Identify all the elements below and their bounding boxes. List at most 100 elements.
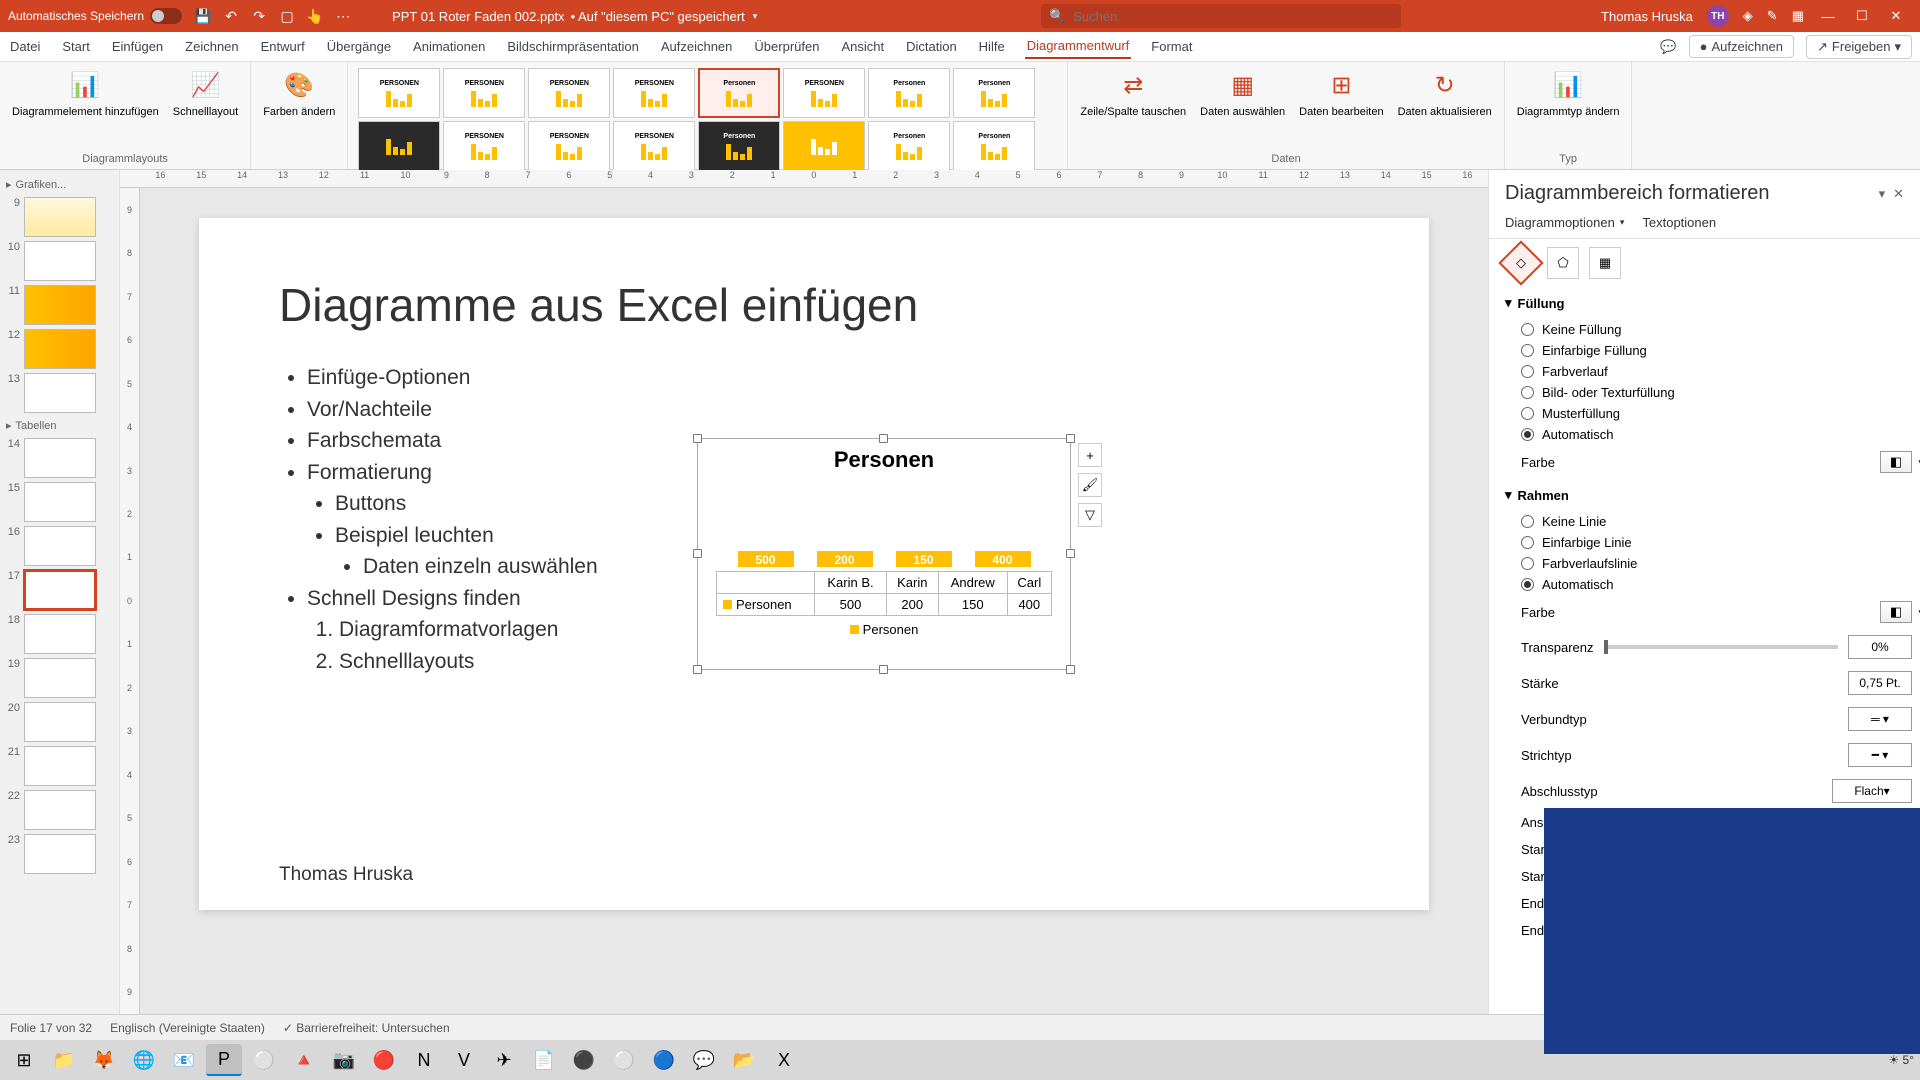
chart-bar[interactable]: 200 [817, 551, 873, 567]
close-pane-icon[interactable]: ✕ [1893, 186, 1904, 202]
thumb-9[interactable] [24, 197, 96, 237]
fill-gradient-radio[interactable]: Farbverlauf [1505, 361, 1912, 382]
telegram-icon[interactable]: ✈ [486, 1044, 522, 1076]
tab-format[interactable]: Format [1149, 35, 1194, 58]
style-thumb-1[interactable]: PERSONEN [358, 68, 440, 118]
start-slideshow-icon[interactable]: ▢ [278, 7, 296, 25]
pen-icon[interactable]: ✎ [1767, 8, 1778, 24]
chart-data-table[interactable]: Karin B. Karin Andrew Carl Personen 500 … [716, 571, 1052, 616]
chart-bar[interactable]: 150 [896, 551, 952, 567]
app-icon[interactable]: 🔴 [366, 1044, 402, 1076]
chart-styles-button[interactable]: 🖌 [1078, 473, 1102, 497]
tab-aufzeichnen[interactable]: Aufzeichnen [659, 35, 735, 58]
app-icon[interactable]: ⚪ [246, 1044, 282, 1076]
style-thumb-16[interactable]: Personen [953, 121, 1035, 171]
fill-line-tab[interactable]: ◇ [1498, 240, 1543, 285]
resize-handle[interactable] [1066, 665, 1075, 674]
resize-handle[interactable] [693, 434, 702, 443]
touch-icon[interactable]: 👆 [306, 7, 324, 25]
tab-start[interactable]: Start [60, 35, 91, 58]
toggle-switch[interactable] [150, 8, 182, 24]
style-thumb-2[interactable]: PERSONEN [443, 68, 525, 118]
dash-dropdown[interactable]: ━ ▾ [1848, 743, 1912, 767]
tab-text-options[interactable]: Textoptionen [1642, 215, 1716, 230]
fill-section-head[interactable]: ▾ Füllung [1505, 287, 1912, 319]
tab-uebergaenge[interactable]: Übergänge [325, 35, 393, 58]
chart-elements-button[interactable]: + [1078, 443, 1102, 467]
border-color-button[interactable]: ◧ [1880, 601, 1912, 623]
comments-icon[interactable]: 💬 [1660, 39, 1676, 55]
record-button[interactable]: ● Aufzeichnen [1689, 35, 1794, 58]
thumb-13[interactable] [24, 373, 96, 413]
chrome-icon[interactable]: 🌐 [126, 1044, 162, 1076]
chart-title[interactable]: Personen [698, 439, 1070, 477]
tab-dictation[interactable]: Dictation [904, 35, 959, 58]
compound-dropdown[interactable]: ═ ▾ [1848, 707, 1912, 731]
border-gradient-radio[interactable]: Farbverlaufslinie [1505, 553, 1912, 574]
save-icon[interactable]: 💾 [194, 7, 212, 25]
slide-counter[interactable]: Folie 17 von 32 [10, 1021, 92, 1035]
tab-ansicht[interactable]: Ansicht [839, 35, 886, 58]
switch-row-col-button[interactable]: ⇄Zeile/Spalte tauschen [1076, 66, 1190, 121]
accessibility-check[interactable]: ✓ Barrierefreiheit: Untersuchen [283, 1021, 450, 1035]
onenote-icon[interactable]: N [406, 1044, 442, 1076]
style-thumb-10[interactable]: PERSONEN [443, 121, 525, 171]
change-colors-button[interactable]: 🎨 Farben ändern [259, 66, 339, 121]
fill-auto-radio[interactable]: Automatisch [1505, 424, 1912, 445]
thumb-12[interactable] [24, 329, 96, 369]
chart-styles-gallery[interactable]: PERSONEN PERSONEN PERSONEN PERSONEN Pers… [356, 66, 1037, 173]
thumb-22[interactable] [24, 790, 96, 830]
app-icon[interactable]: 📷 [326, 1044, 362, 1076]
thumb-18[interactable] [24, 614, 96, 654]
resize-handle[interactable] [693, 549, 702, 558]
resize-handle[interactable] [879, 434, 888, 443]
fill-none-radio[interactable]: Keine Füllung [1505, 319, 1912, 340]
undo-icon[interactable]: ↶ [222, 7, 240, 25]
excel-icon[interactable]: X [766, 1044, 802, 1076]
tab-zeichnen[interactable]: Zeichnen [183, 35, 240, 58]
tab-bildschirm[interactable]: Bildschirmpräsentation [505, 35, 641, 58]
minimize-button[interactable]: — [1812, 2, 1844, 30]
tab-animationen[interactable]: Animationen [411, 35, 487, 58]
border-section-head[interactable]: ▾ Rahmen [1505, 479, 1912, 511]
thumb-11[interactable] [24, 285, 96, 325]
share-button[interactable]: ↗ Freigeben ▾ [1806, 35, 1912, 59]
style-thumb-12[interactable]: PERSONEN [613, 121, 695, 171]
style-thumb-3[interactable]: PERSONEN [528, 68, 610, 118]
thumb-14[interactable] [24, 438, 96, 478]
powerpoint-icon[interactable]: P [206, 1044, 242, 1076]
section-tables[interactable]: ▸ Tabellen [0, 415, 115, 436]
resize-handle[interactable] [879, 665, 888, 674]
fill-color-button[interactable]: ◧ [1880, 451, 1912, 473]
chart-filters-button[interactable]: ▽ [1078, 503, 1102, 527]
style-thumb-4[interactable]: PERSONEN [613, 68, 695, 118]
tab-einfuegen[interactable]: Einfügen [110, 35, 165, 58]
style-thumb-8[interactable]: Personen [953, 68, 1035, 118]
chart-legend[interactable]: Personen [698, 616, 1070, 643]
thumb-16[interactable] [24, 526, 96, 566]
chart-bar[interactable]: 500 [738, 551, 794, 567]
user-name[interactable]: Thomas Hruska [1601, 9, 1693, 24]
firefox-icon[interactable]: 🦊 [86, 1044, 122, 1076]
chevron-down-icon[interactable]: ▾ [1879, 186, 1886, 202]
language-indicator[interactable]: Englisch (Vereinigte Staaten) [110, 1021, 265, 1035]
thumb-20[interactable] [24, 702, 96, 742]
maximize-button[interactable]: ☐ [1846, 2, 1878, 30]
style-thumb-14[interactable] [783, 121, 865, 171]
style-thumb-15[interactable]: Personen [868, 121, 950, 171]
style-thumb-9[interactable] [358, 121, 440, 171]
tab-chart-options[interactable]: Diagrammoptionen ▾ [1505, 215, 1624, 230]
obs-icon[interactable]: ⚫ [566, 1044, 602, 1076]
document-title[interactable]: PPT 01 Roter Faden 002.pptx • Auf "diese… [392, 9, 1041, 24]
change-chart-type-button[interactable]: 📊Diagrammtyp ändern [1513, 66, 1624, 121]
chart-plot-area[interactable]: 500 200 150 400 [698, 477, 1070, 567]
thumb-10[interactable] [24, 241, 96, 281]
zoom-icon[interactable]: 🔵 [646, 1044, 682, 1076]
outlook-icon[interactable]: 📧 [166, 1044, 202, 1076]
app-icon[interactable]: 💬 [686, 1044, 722, 1076]
width-input[interactable] [1848, 671, 1912, 695]
add-chart-element-button[interactable]: 📊 Diagrammelement hinzufügen [8, 66, 163, 121]
style-thumb-6[interactable]: PERSONEN [783, 68, 865, 118]
select-data-button[interactable]: ▦Daten auswählen [1196, 66, 1289, 121]
vlc-icon[interactable]: 🔺 [286, 1044, 322, 1076]
